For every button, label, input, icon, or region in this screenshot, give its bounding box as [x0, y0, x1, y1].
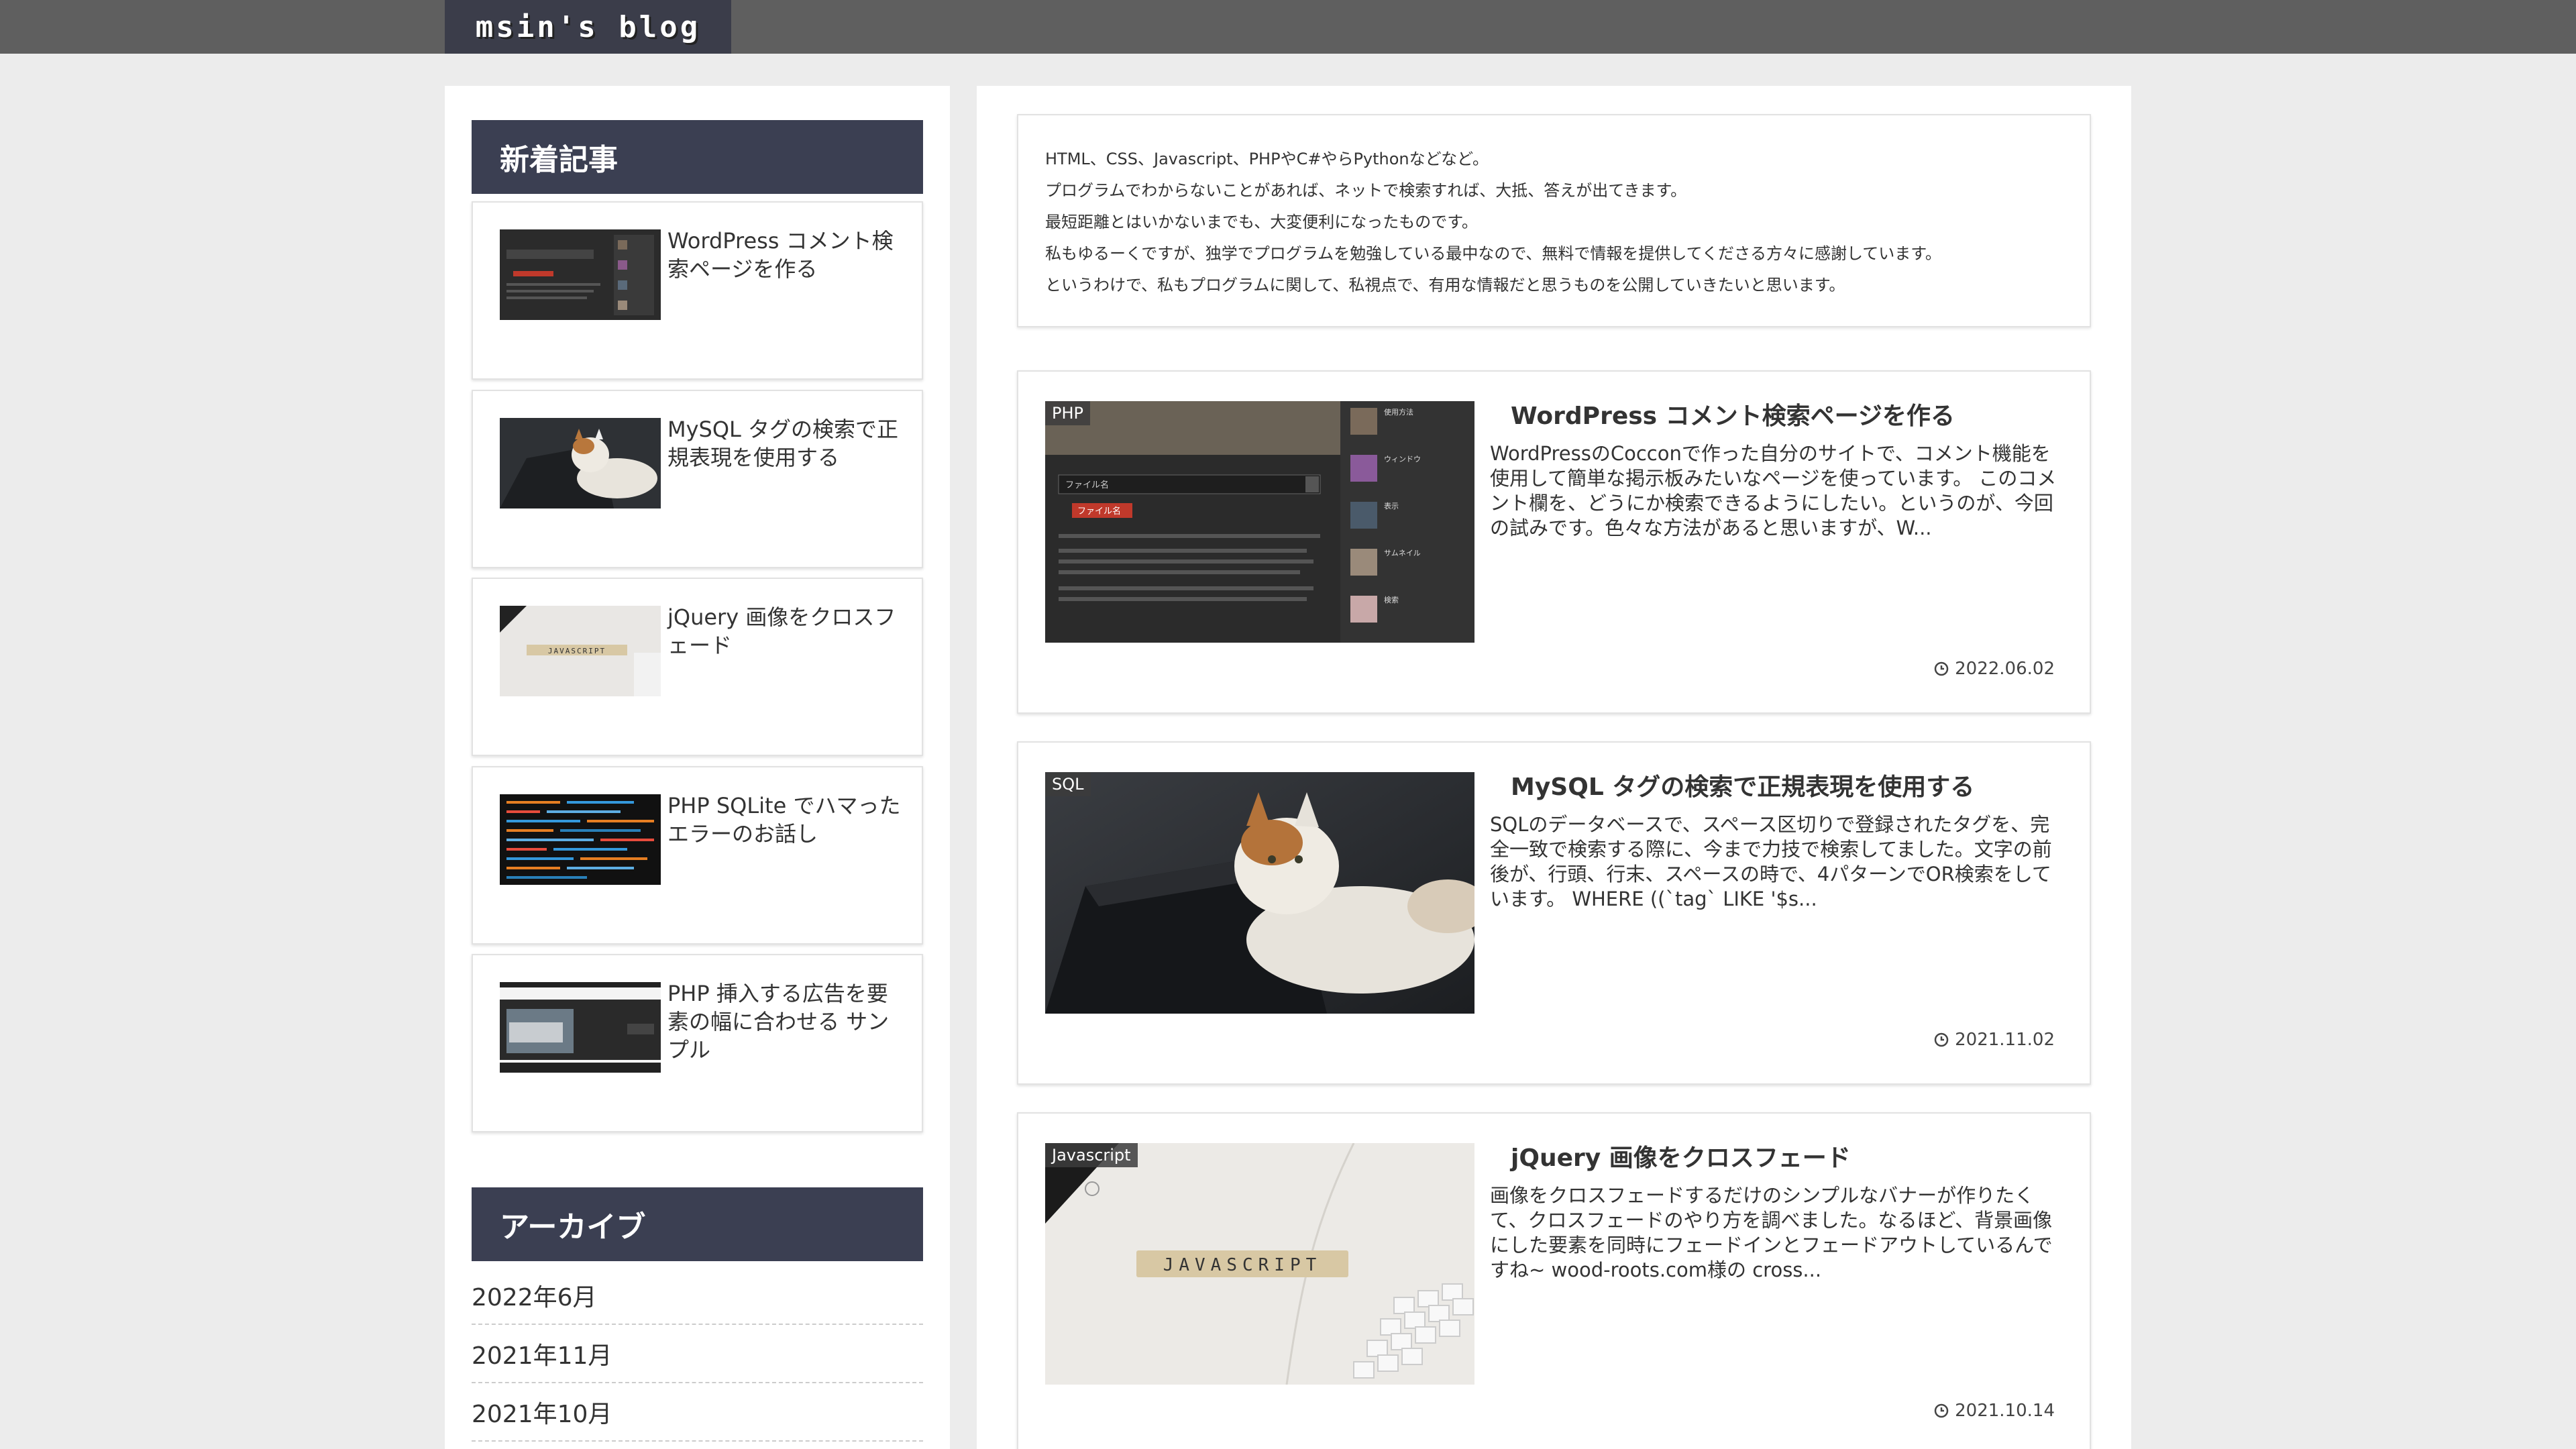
entry-card[interactable]: JAVASCRIPT Javascript jQuery 画像をクロスフェード … — [1017, 1112, 2091, 1449]
entry-date: 2021.10.14 — [1933, 1401, 2055, 1421]
entry-snippet: 画像をクロスフェードするだけのシンプルなバナーが作りたくて、クロスフェードのやり… — [1490, 1184, 2053, 1281]
intro-line: 私もゆるーくですが、独学でプログラムを勉強している最中なので、無料で情報を提供し… — [1045, 244, 1941, 263]
clock-icon — [1933, 661, 1949, 677]
site-logo[interactable]: msin's blog — [445, 0, 731, 54]
thumb-side-label: 検索 — [1384, 595, 1399, 604]
clock-icon — [1933, 1403, 1949, 1419]
entry-date-text: 2022.06.02 — [1955, 659, 2055, 679]
javascript-tiles-text: JAVASCRIPT — [1163, 1255, 1322, 1275]
entry-date: 2022.06.02 — [1933, 659, 2055, 679]
new-post-card[interactable]: PHP SQLite でハマった エラーのお話し — [472, 766, 923, 945]
clock-icon — [1933, 1032, 1949, 1048]
archive-heading: アーカイブ — [472, 1187, 923, 1261]
intro-line: 最短距離とはいかないまでも、大変便利になったものです。 — [1045, 213, 1478, 231]
entry-title[interactable]: WordPress コメント検索ページを作る — [1511, 400, 2061, 433]
thumb-side-label: 表示 — [1384, 501, 1399, 511]
entry-card[interactable]: SQL MySQL タグの検索で正規表現を使用する SQLのデータベースで、スペ… — [1017, 741, 2091, 1085]
intro-box: HTML、CSS、Javascript、PHPやC#やらPythonなどなど。 … — [1017, 114, 2091, 327]
new-post-thumbnail[interactable] — [500, 229, 661, 320]
new-post-card[interactable]: WordPress コメント検索ページを作る — [472, 201, 923, 380]
entry-title[interactable]: jQuery 画像をクロスフェード — [1511, 1142, 2061, 1175]
new-post-thumbnail[interactable]: JAVASCRIPT — [500, 606, 661, 696]
new-post-thumbnail[interactable] — [500, 418, 661, 508]
thumb-side-label: ウィンドウ — [1384, 455, 1421, 464]
entry-thumbnail[interactable]: SQL — [1045, 772, 1474, 1014]
new-post-title[interactable]: jQuery 画像をクロスフェード — [667, 603, 909, 659]
category-label: PHP — [1045, 401, 1090, 425]
new-post-title[interactable]: PHP SQLite でハマった エラーのお話し — [667, 792, 909, 848]
archive-link[interactable]: 2022年6月 — [472, 1267, 923, 1325]
main-content: HTML、CSS、Javascript、PHPやC#やらPythonなどなど。 … — [977, 86, 2131, 1449]
intro-line: HTML、CSS、Javascript、PHPやC#やらPythonなどなど。 — [1045, 150, 1489, 168]
entry-snippet: WordPressのCocconで作った自分のサイトで、コメント機能を使用して簡… — [1490, 442, 2057, 539]
entry-date-text: 2021.11.02 — [1955, 1030, 2055, 1050]
entry-title[interactable]: MySQL タグの検索で正規表現を使用する — [1511, 771, 2061, 804]
entry-card[interactable]: ファイル名 ファイル名 使用方法 ウィンドウ 表示 サムネイル 検索 PHP W… — [1017, 370, 2091, 714]
new-posts-heading: 新着記事 — [472, 120, 923, 194]
entry-snippet: SQLのデータベースで、スペース区切りで登録されたタグを、完全一致で検索する際に… — [1490, 813, 2052, 910]
site-logo-text: msin's blog — [475, 9, 701, 44]
thumb-side-label: サムネイル — [1384, 549, 1421, 557]
thumb-side-label: 使用方法 — [1384, 407, 1413, 417]
intro-line: プログラムでわからないことがあれば、ネットで検索すれば、大抵、答えが出てきます。 — [1045, 181, 1687, 200]
category-label: SQL — [1045, 772, 1091, 796]
new-post-thumbnail[interactable] — [500, 982, 661, 1073]
new-post-thumbnail[interactable] — [500, 794, 661, 885]
new-post-card[interactable]: MySQL タグの検索で正規表現を使用する — [472, 390, 923, 568]
entry-thumbnail[interactable]: JAVASCRIPT Javascript — [1045, 1143, 1474, 1385]
entry-date: 2021.11.02 — [1933, 1030, 2055, 1050]
entry-date-text: 2021.10.14 — [1955, 1401, 2055, 1421]
archive-link[interactable]: 2021年10月 — [472, 1383, 923, 1442]
new-post-title[interactable]: PHP 挿入する広告を要素の幅に合わせる サンプル — [667, 979, 909, 1064]
new-post-card[interactable]: JAVASCRIPT jQuery 画像をクロスフェード — [472, 578, 923, 756]
thumb-highlight-text: ファイル名 — [1077, 506, 1121, 517]
new-post-title[interactable]: WordPress コメント検索ページを作る — [667, 227, 909, 283]
new-post-card[interactable]: PHP 挿入する広告を要素の幅に合わせる サンプル — [472, 954, 923, 1132]
archive-link[interactable]: 2021年11月 — [472, 1325, 923, 1383]
site-header — [0, 0, 2576, 54]
new-post-title[interactable]: MySQL タグの検索で正規表現を使用する — [667, 415, 909, 472]
category-label: Javascript — [1045, 1143, 1138, 1167]
intro-line: というわけで、私もプログラムに関して、私視点で、有用な情報だと思うものを公開して… — [1045, 276, 1845, 294]
thumb-search-text: ファイル名 — [1065, 480, 1109, 490]
javascript-tiles-text: JAVASCRIPT — [548, 647, 606, 655]
entry-thumbnail[interactable]: ファイル名 ファイル名 使用方法 ウィンドウ 表示 サムネイル 検索 PHP — [1045, 401, 1474, 643]
sidebar: 新着記事 WordPress コメント検索ページを作る MySQL タグの検索で… — [445, 86, 950, 1449]
